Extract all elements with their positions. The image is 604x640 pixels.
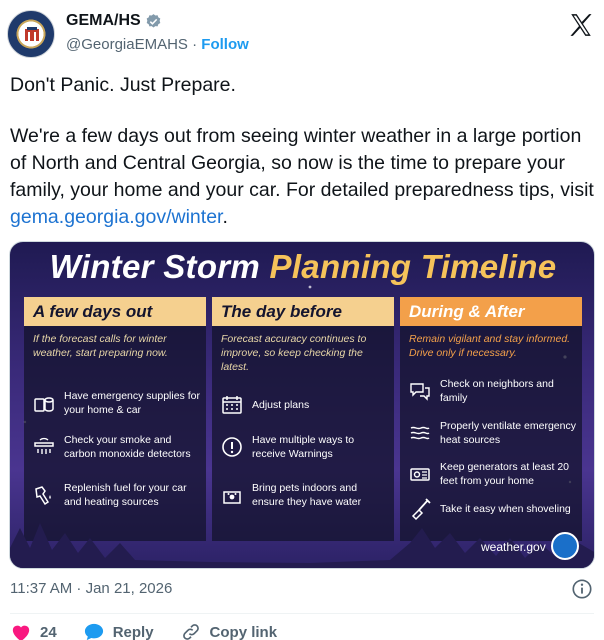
- item-label: Have multiple ways to receive Warnings: [252, 434, 355, 460]
- ventilation-icon: [410, 426, 430, 440]
- list-item: Bring pets indoors and ensure they have …: [220, 481, 390, 509]
- card-title: Winter Storm Planning Timeline: [10, 248, 594, 286]
- item-label: Replenish fuel for your car and heating …: [64, 482, 187, 508]
- reply-icon: [84, 623, 103, 640]
- list-item: Check on neighbors and family: [408, 377, 578, 405]
- copy-link-label: Copy link: [209, 623, 278, 640]
- seal-icon: [25, 27, 39, 41]
- tweet-link[interactable]: gema.georgia.gov/winter: [10, 206, 222, 228]
- list-item: Have emergency supplies for your home & …: [32, 389, 202, 417]
- like-button[interactable]: 24: [10, 622, 57, 640]
- reply-button[interactable]: Reply: [83, 622, 154, 640]
- column-heading: The day before: [212, 297, 394, 326]
- supplies-icon: [34, 397, 54, 412]
- heart-icon: [12, 625, 30, 640]
- column-intro: Remain vigilant and stay informed. Drive…: [409, 333, 571, 359]
- name-row: GEMA/HS: [66, 12, 162, 30]
- list-item: Check your smoke and carbon monoxide det…: [32, 433, 202, 461]
- smoke-detector-icon: [34, 437, 54, 454]
- tweet-body-text: We're a few days out from seeing winter …: [10, 125, 594, 201]
- card-title-part-1: Winter Storm: [49, 248, 270, 285]
- avatar[interactable]: [7, 10, 55, 58]
- link-icon: [182, 624, 199, 640]
- generator-icon: [410, 468, 430, 481]
- column-intro: If the forecast calls for winter weather…: [33, 333, 168, 359]
- like-count: 24: [40, 623, 57, 640]
- list-item: Keep generators at least 20 feet from yo…: [408, 460, 578, 488]
- tweet-body-end: .: [222, 206, 228, 228]
- list-item: Have multiple ways to receive Warnings: [220, 433, 390, 461]
- tweet-line-1: Don't Panic. Just Prepare.: [10, 74, 236, 96]
- column-intro: Forecast accuracy continues to improve, …: [221, 333, 367, 373]
- item-label: Have emergency supplies for your home & …: [64, 390, 200, 416]
- handle[interactable]: @GeorgiaEMAHS: [66, 36, 188, 53]
- item-label: Check on neighbors and family: [440, 378, 554, 404]
- list-item: Adjust plans: [220, 393, 390, 417]
- item-label: Check your smoke and carbon monoxide det…: [64, 434, 191, 460]
- display-name[interactable]: GEMA/HS: [66, 12, 141, 30]
- column-heading: A few days out: [24, 297, 206, 326]
- calendar-icon: [222, 396, 242, 414]
- x-logo-icon[interactable]: [568, 12, 594, 38]
- handle-row: @GeorgiaEMAHS · Follow: [66, 36, 249, 53]
- reply-label: Reply: [112, 623, 154, 640]
- tree-silhouette: [10, 523, 594, 568]
- column-few-days-out: A few days out If the forecast calls for…: [24, 297, 206, 541]
- info-icon[interactable]: [571, 578, 593, 600]
- column-during-after: During & After Remain vigilant and stay …: [400, 297, 582, 541]
- copy-link-button[interactable]: Copy link: [180, 622, 278, 640]
- tweet-text: Don't Panic. Just Prepare. We're a few d…: [10, 72, 594, 231]
- tweet-body: We're a few days out from seeing winter …: [10, 123, 594, 231]
- list-item: Properly ventilate emergency heat source…: [408, 419, 578, 447]
- chat-icon: [410, 383, 430, 401]
- divider: [10, 613, 594, 614]
- list-item: Replenish fuel for your car and heating …: [32, 481, 202, 509]
- warning-icon: [222, 437, 242, 457]
- noaa-logo-icon: [551, 532, 579, 560]
- item-label: Keep generators at least 20 feet from yo…: [440, 461, 570, 487]
- item-label: Adjust plans: [252, 399, 310, 411]
- fuel-nozzle-icon: [35, 486, 51, 506]
- column-heading: During & After: [400, 297, 582, 326]
- column-day-before: The day before Forecast accuracy continu…: [212, 297, 394, 541]
- item-label: Properly ventilate emergency heat source…: [440, 420, 576, 446]
- verified-badge-icon: [146, 13, 160, 28]
- source-label: weather.gov: [481, 540, 546, 554]
- infographic-card[interactable]: Winter Storm Planning Timeline A few day…: [9, 241, 595, 569]
- pet-icon: [223, 491, 241, 504]
- tweet-header: GEMA/HS @GeorgiaEMAHS · Follow: [0, 0, 604, 64]
- separator: ·: [192, 36, 198, 53]
- card-title-part-2: Planning Timeline: [269, 248, 557, 285]
- action-bar: 24 Reply Copy link: [10, 622, 303, 640]
- item-label: Bring pets indoors and ensure they have …: [252, 482, 362, 508]
- timestamp[interactable]: 11:37 AM · Jan 21, 2026: [10, 580, 172, 597]
- follow-button[interactable]: Follow: [201, 36, 249, 53]
